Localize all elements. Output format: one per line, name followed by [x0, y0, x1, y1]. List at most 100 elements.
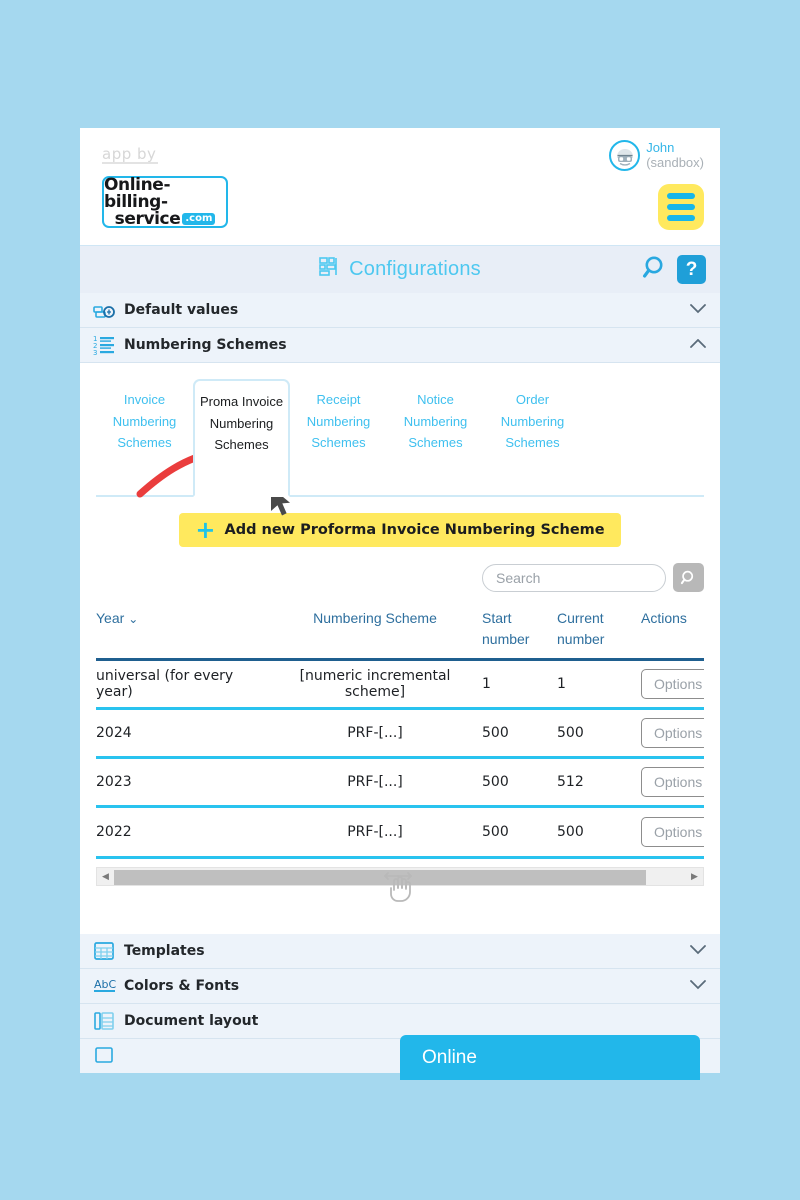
search-input[interactable]	[482, 563, 666, 592]
column-header-start-number[interactable]: Start number	[482, 604, 557, 660]
svg-text:3: 3	[93, 349, 97, 356]
user-account[interactable]: John (sandbox)	[609, 140, 704, 171]
column-header-year[interactable]: Year ⌄	[96, 604, 268, 660]
add-button-row: + Add new Proforma Invoice Numbering Sch…	[80, 513, 720, 547]
scroll-right-arrow-icon[interactable]: ▶	[686, 871, 703, 882]
tab-proforma-invoice-numbering-schemes[interactable]: Proma Invoice Numbering Schemes	[193, 379, 290, 497]
sidebar-item-label: Templates	[124, 942, 205, 959]
logo-line-2: service	[114, 208, 181, 229]
column-header-current-number[interactable]: Current number	[557, 604, 641, 660]
abc-colors-icon: AbC	[93, 975, 117, 997]
cell-scheme: [numeric incremental scheme]	[268, 658, 482, 709]
default-values-icon	[93, 299, 115, 321]
cell-year: universal (for every year)	[96, 658, 268, 709]
page-title: Configurations	[319, 256, 481, 283]
logo-tld: .com	[182, 213, 216, 225]
cell-actions: Options	[641, 756, 704, 807]
search-row	[80, 563, 720, 592]
column-header-actions: Actions	[641, 610, 687, 626]
app-by-label: app by	[102, 145, 159, 164]
cell-current: 500	[557, 805, 641, 856]
cell-current: 512	[557, 756, 641, 807]
cell-start: 500	[482, 805, 557, 856]
cell-actions: Options	[641, 658, 704, 709]
cell-scheme: PRF-[...]	[268, 707, 482, 758]
tab-notice-numbering-schemes[interactable]: Notice Numbering Schemes	[387, 379, 484, 468]
user-mode: (sandbox)	[646, 154, 704, 170]
options-button[interactable]: Options	[641, 718, 704, 748]
app-window: app by Online-billing- service .com John…	[80, 128, 720, 1073]
hamburger-bar	[667, 193, 695, 199]
search-button[interactable]	[673, 563, 704, 592]
cell-scheme: PRF-[...]	[268, 756, 482, 807]
scrollbar-track[interactable]	[114, 868, 686, 885]
numbering-schemes-panel: Invoice Numbering Schemes Proma Invoice …	[80, 379, 720, 908]
hamburger-bar	[667, 204, 695, 210]
table-row: 2024 PRF-[...] 500 500 Options	[96, 707, 704, 758]
scrollbar-thumb[interactable]	[114, 869, 646, 885]
cell-scheme: PRF-[...]	[268, 805, 482, 856]
cell-year: 2022	[96, 805, 268, 856]
chevron-down-icon[interactable]	[690, 977, 706, 995]
templates-grid-icon	[93, 940, 115, 962]
sidebar-item-default-values[interactable]: Default values	[80, 293, 720, 328]
user-name: John	[646, 140, 675, 155]
sidebar-item-document-layout[interactable]: Document layout	[80, 1003, 720, 1039]
tab-receipt-numbering-schemes[interactable]: Receipt Numbering Schemes	[290, 379, 387, 468]
site-logo[interactable]: Online-billing- service .com	[102, 176, 228, 228]
cell-actions: Options	[641, 707, 704, 758]
cell-current: 500	[557, 707, 641, 758]
chevron-up-icon[interactable]	[690, 336, 706, 354]
online-chat-label: Online	[422, 1046, 477, 1068]
chevron-down-icon[interactable]	[690, 942, 706, 960]
table-header-row: Year ⌄ Numbering Scheme Start number Curr…	[96, 604, 704, 660]
tab-order-numbering-schemes[interactable]: Order Numbering Schemes	[484, 379, 581, 468]
configurations-bar: Configurations ?	[80, 246, 720, 293]
configbar-actions: ?	[642, 254, 706, 286]
table-row: universal (for every year) [numeric incr…	[96, 658, 704, 709]
column-header-year-label: Year	[96, 610, 125, 626]
brand-header: app by Online-billing- service .com John…	[80, 128, 720, 246]
magnifier-icon[interactable]	[642, 254, 669, 286]
hamburger-bar	[667, 215, 695, 221]
sidebar-item-templates[interactable]: Templates	[80, 933, 720, 969]
online-chat-widget[interactable]: Online	[400, 1035, 700, 1080]
hamburger-menu-icon[interactable]	[658, 184, 704, 230]
cell-start: 500	[482, 756, 557, 807]
sort-caret-icon: ⌄	[128, 612, 139, 626]
cell-actions: Options	[641, 805, 704, 856]
schemes-table: Year ⌄ Numbering Scheme Start number Curr…	[96, 604, 704, 856]
table-row: 2022 PRF-[...] 500 500 Options	[96, 805, 704, 856]
add-new-scheme-label: Add new Proforma Invoice Numbering Schem…	[224, 522, 605, 538]
add-new-scheme-button[interactable]: + Add new Proforma Invoice Numbering Sch…	[179, 513, 621, 547]
options-button[interactable]: Options	[641, 767, 704, 797]
user-face-icon	[609, 140, 641, 171]
logo-line-1: Online-billing-	[104, 174, 171, 212]
column-header-numbering-scheme[interactable]: Numbering Scheme	[268, 604, 482, 660]
cell-start: 500	[482, 707, 557, 758]
options-button[interactable]: Options	[641, 669, 704, 699]
table-row: 2023 PRF-[...] 500 512 Options	[96, 756, 704, 807]
document-layout-icon	[93, 1010, 115, 1032]
chevron-down-icon[interactable]	[690, 301, 706, 319]
numbered-list-icon: 1 2 3	[93, 334, 115, 357]
sidebar-item-label: Numbering Schemes	[124, 337, 287, 353]
schemes-table-wrap: Year ⌄ Numbering Scheme Start number Curr…	[96, 604, 704, 856]
sidebar-item-label: Colors & Fonts	[124, 977, 240, 994]
svg-text:AbC: AbC	[94, 978, 117, 991]
cell-current: 1	[557, 658, 641, 709]
sidebar-item-label: Document layout	[124, 1012, 259, 1029]
sidebar-item-colors-and-fonts[interactable]: AbC Colors & Fonts	[80, 968, 720, 1004]
sidebar-item-numbering-schemes[interactable]: 1 2 3 Numbering Schemes	[80, 328, 720, 363]
scroll-left-arrow-icon[interactable]: ◀	[97, 871, 114, 882]
cell-year: 2024	[96, 707, 268, 758]
cell-year: 2023	[96, 756, 268, 807]
page-title-label: Configurations	[349, 258, 481, 280]
options-button[interactable]: Options	[641, 816, 704, 847]
tab-bar: Invoice Numbering Schemes Proma Invoice …	[80, 379, 720, 497]
help-button[interactable]: ?	[677, 255, 706, 284]
plus-icon: +	[195, 516, 216, 544]
horizontal-scrollbar[interactable]: ◀ ▶	[96, 866, 704, 886]
tab-invoice-numbering-schemes[interactable]: Invoice Numbering Schemes	[96, 379, 193, 468]
document-icon	[93, 1045, 115, 1067]
